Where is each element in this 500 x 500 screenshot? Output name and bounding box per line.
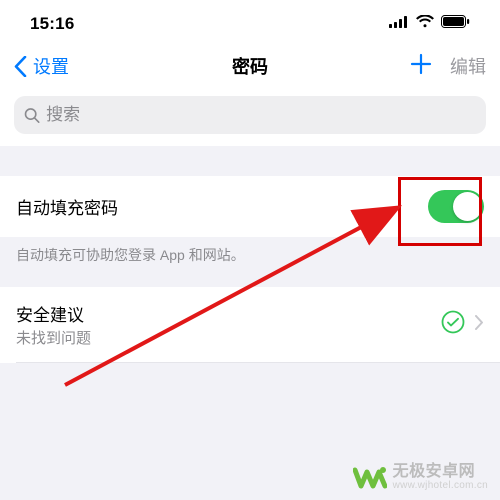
status-icons [389, 15, 470, 33]
chevron-right-icon [475, 315, 484, 335]
recommendations-detail: 未找到问题 [16, 327, 91, 348]
toggle-knob [453, 192, 482, 221]
search-input[interactable] [46, 105, 476, 125]
wifi-icon [416, 15, 434, 33]
recommendations-label: 安全建议 [16, 301, 91, 326]
autofill-toggle[interactable] [428, 190, 484, 223]
watermark: 无极安卓网 www.wjhotel.com.cn [353, 464, 488, 492]
status-time: 15:16 [30, 14, 74, 34]
back-label: 设置 [33, 53, 69, 79]
watermark-text: 无极安卓网 [393, 464, 488, 481]
search-icon [24, 107, 40, 124]
back-button[interactable]: 设置 [14, 53, 69, 79]
plus-icon [410, 53, 432, 75]
autofill-footer: 自动填充可协助您登录 App 和网站。 [0, 237, 500, 287]
checkmark-circle-icon [441, 310, 465, 339]
battery-icon [441, 15, 470, 33]
search-field[interactable] [14, 96, 486, 134]
divider [16, 362, 500, 363]
autofill-label: 自动填充密码 [16, 194, 118, 219]
security-recommendations-row[interactable]: 安全建议 未找到问题 [0, 287, 500, 362]
autofill-group: 自动填充密码 [0, 176, 500, 237]
cellular-icon [389, 15, 409, 33]
recommendations-group: 安全建议 未找到问题 [0, 287, 500, 363]
chevron-left-icon [14, 56, 27, 77]
watermark-url: www.wjhotel.com.cn [393, 481, 488, 492]
watermark-logo-icon [353, 464, 387, 492]
autofill-row: 自动填充密码 [0, 176, 500, 237]
nav-bar: 设置 密码 编辑 [0, 44, 500, 92]
page-title: 密码 [232, 53, 268, 79]
status-bar: 15:16 [0, 0, 500, 44]
edit-button[interactable]: 编辑 [450, 53, 486, 79]
add-button[interactable] [410, 52, 432, 80]
